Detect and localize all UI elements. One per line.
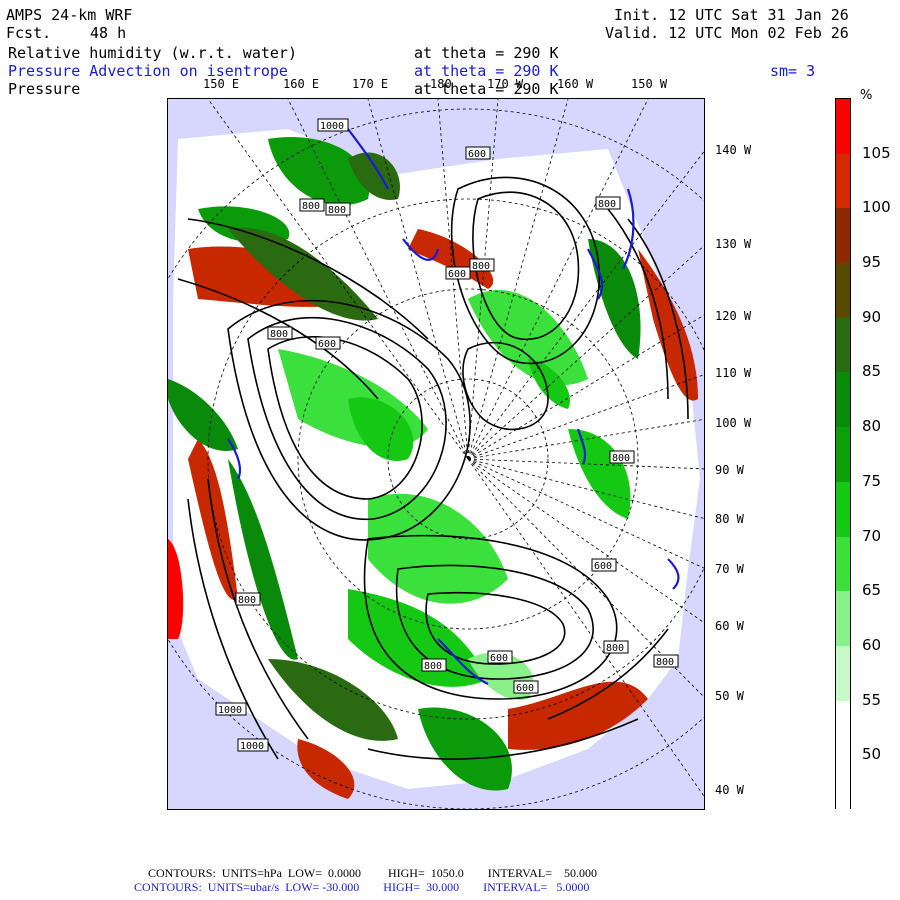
svg-text:600: 600 — [594, 561, 612, 572]
lon-label-110w: 110 W — [715, 366, 752, 380]
svg-text:600: 600 — [516, 683, 534, 694]
colorbar-segment — [836, 427, 850, 483]
model-title: AMPS 24-km WRF — [6, 6, 133, 24]
contour-label: 600 — [465, 146, 491, 160]
contour-label: 800 — [603, 640, 629, 654]
colorbar-label: 80 — [862, 417, 882, 436]
svg-text:800: 800 — [656, 657, 674, 668]
colorbar — [835, 98, 851, 811]
lon-label-140w: 140 W — [715, 143, 752, 157]
svg-text:1000: 1000 — [240, 741, 264, 752]
contour-label: 800 — [299, 198, 325, 212]
contour-label: 600 — [591, 558, 617, 572]
colorbar-segment — [836, 700, 850, 756]
colorbar-segment — [836, 153, 850, 209]
contour-label: 800 — [267, 326, 293, 340]
contour-label: 800 — [595, 196, 621, 210]
colorbar-label: 100 — [862, 198, 891, 217]
svg-text:600: 600 — [490, 653, 508, 664]
svg-text:800: 800 — [302, 201, 320, 212]
svg-text:1000: 1000 — [320, 121, 344, 132]
svg-text:800: 800 — [606, 643, 624, 654]
colorbar-segment — [836, 755, 850, 811]
svg-text:600: 600 — [318, 339, 336, 350]
contour-label: 1000 — [317, 118, 349, 132]
contour-label: 600 — [445, 266, 471, 280]
svg-text:800: 800 — [472, 261, 490, 272]
contour-label: 1000 — [237, 738, 269, 752]
svg-text:800: 800 — [612, 453, 630, 464]
lon-label-70w: 70 W — [715, 562, 744, 576]
colorbar-label: 70 — [862, 526, 882, 545]
colorbar-label: 90 — [862, 307, 882, 326]
colorbar-label: 55 — [862, 690, 882, 709]
lon-label-130w: 130 W — [715, 237, 752, 251]
lon-label-180: 180 — [430, 77, 452, 91]
colorbar-segment — [836, 645, 850, 702]
colorbar-label: 50 — [862, 745, 882, 764]
colorbar-segment — [836, 372, 850, 428]
colorbar-label: 65 — [862, 581, 882, 600]
svg-text:800: 800 — [328, 205, 346, 216]
contour-label: 800 — [235, 592, 261, 606]
lon-label-90w: 90 W — [715, 463, 744, 477]
field-advection-name: Pressure Advection on isentrope — [8, 62, 288, 80]
lon-label-150w: 150 W — [631, 77, 668, 91]
contour-label: 800 — [469, 258, 495, 272]
map-panel: 1000 800 800 600 600 800 800 600 800 800… — [167, 98, 705, 810]
svg-text:600: 600 — [468, 149, 486, 160]
lon-label-170e: 170 E — [352, 77, 389, 91]
contour-label: 600 — [315, 336, 341, 350]
contour-label: 800 — [609, 450, 635, 464]
colorbar-segment — [836, 263, 850, 319]
lon-label-40w: 40 W — [715, 783, 744, 797]
field-rh-name: Relative humidity (w.r.t. water) — [8, 44, 297, 62]
svg-text:800: 800 — [424, 661, 442, 672]
svg-text:1000: 1000 — [218, 705, 242, 716]
svg-text:800: 800 — [598, 199, 616, 210]
contour-label: 600 — [487, 650, 513, 664]
contour-label: 800 — [653, 654, 679, 668]
colorbar-segment — [836, 208, 850, 264]
forecast-hour: 48 h — [90, 24, 127, 42]
colorbar-label: 105 — [862, 143, 891, 162]
valid-time: Valid. 12 UTC Mon 02 Feb 26 — [605, 24, 849, 42]
contour-label: 1000 — [215, 702, 247, 716]
svg-text:600: 600 — [448, 269, 466, 280]
map-canvas: 1000 800 800 600 600 800 800 600 800 800… — [168, 99, 704, 809]
colorbar-segment — [836, 591, 850, 647]
colorbar-label: 85 — [862, 362, 882, 381]
field-pressure-name: Pressure — [8, 80, 81, 98]
lon-label-80w: 80 W — [715, 512, 744, 526]
colorbar-segment — [836, 536, 850, 592]
colorbar-segment — [836, 481, 850, 538]
lon-label-120w: 120 W — [715, 309, 752, 323]
init-time: Init. 12 UTC Sat 31 Jan 26 — [614, 6, 849, 24]
field-rh-level: at theta = 290 K — [414, 44, 559, 62]
svg-text:800: 800 — [270, 329, 288, 340]
contour-label: 800 — [325, 202, 351, 216]
colorbar-label: 95 — [862, 253, 882, 272]
footer-contours-pressure: CONTOURS: UNITS=hPa LOW= 0.0000 HIGH= 10… — [148, 866, 597, 880]
lon-label-150e: 150 E — [203, 77, 240, 91]
lon-label-160e: 160 E — [283, 77, 320, 91]
colorbar-label: 60 — [862, 635, 882, 654]
colorbar-unit: % — [860, 88, 873, 103]
colorbar-segment — [836, 317, 850, 373]
colorbar-label: 75 — [862, 471, 882, 490]
footer-contours-advection: CONTOURS: UNITS=ubar/s LOW= -30.000 HIGH… — [134, 880, 590, 894]
lon-label-170w: 170 W — [487, 77, 524, 91]
field-advection-smoothing: sm= 3 — [770, 62, 816, 80]
lon-label-60w: 60 W — [715, 619, 744, 633]
colorbar-segment — [836, 99, 850, 155]
lon-label-50w: 50 W — [715, 689, 744, 703]
forecast-label: Fcst. — [6, 24, 52, 42]
lon-label-160w: 160 W — [557, 77, 594, 91]
contour-label: 600 — [513, 680, 539, 694]
contour-label: 800 — [421, 658, 447, 672]
lon-label-100w: 100 W — [715, 416, 752, 430]
svg-text:800: 800 — [238, 595, 256, 606]
